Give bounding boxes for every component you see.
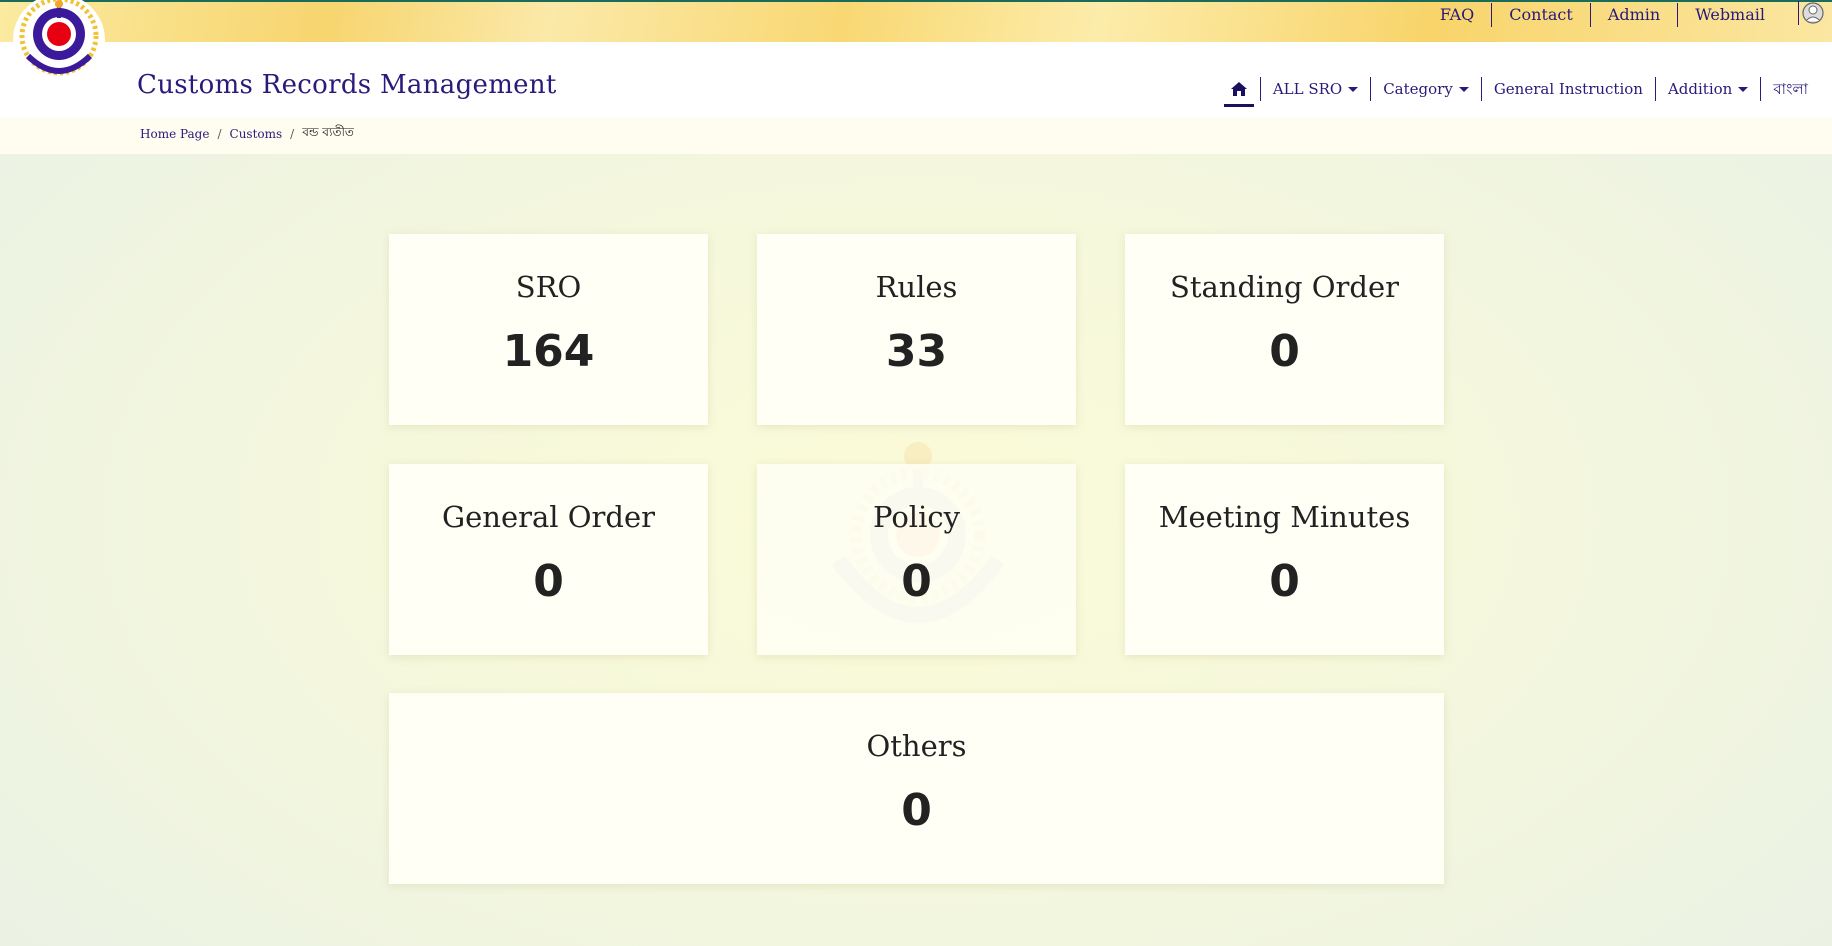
- card-label: Standing Order: [1169, 270, 1399, 304]
- card-count: 0: [533, 556, 564, 607]
- card-label: Rules: [875, 270, 958, 304]
- breadcrumb-home[interactable]: Home Page: [140, 127, 209, 141]
- home-nav-button[interactable]: [1223, 81, 1254, 107]
- breadcrumb-current: বন্ড ব্যতীত: [302, 125, 354, 139]
- caret-down-icon: [1348, 86, 1359, 92]
- nav-addition[interactable]: Addition: [1654, 77, 1760, 101]
- breadcrumb-separator: /: [290, 127, 295, 141]
- faq-link[interactable]: FAQ: [1423, 3, 1491, 27]
- card-label: Others: [866, 729, 967, 763]
- card-count: 0: [1269, 326, 1300, 377]
- breadcrumb-separator: /: [217, 127, 222, 141]
- card-label: SRO: [515, 270, 582, 304]
- caret-down-icon: [1738, 86, 1749, 92]
- general-order-card[interactable]: General Order 0: [389, 464, 708, 655]
- breadcrumb: Home Page / Customs / বন্ড ব্যতীত: [140, 124, 354, 144]
- user-icon[interactable]: [1798, 1, 1824, 25]
- card-count: 164: [502, 326, 595, 377]
- nav-category-label: Category: [1383, 80, 1453, 98]
- nav-all-sro[interactable]: ALL SRO: [1259, 77, 1370, 101]
- card-count: 0: [1269, 556, 1300, 607]
- contact-link[interactable]: Contact: [1491, 3, 1590, 27]
- standing-order-card[interactable]: Standing Order 0: [1125, 234, 1444, 425]
- nav-category[interactable]: Category: [1370, 77, 1481, 101]
- caret-down-icon: [1458, 86, 1469, 92]
- home-icon: [1230, 82, 1247, 96]
- card-label: Policy: [873, 500, 960, 534]
- card-count: 33: [885, 326, 948, 377]
- webmail-link[interactable]: Webmail: [1677, 3, 1782, 27]
- admin-link[interactable]: Admin: [1589, 3, 1677, 27]
- main-nav: ALL SRO Category General Instruction Add…: [1223, 74, 1820, 107]
- nav-all-sro-label: ALL SRO: [1272, 80, 1343, 98]
- site-title[interactable]: Customs Records Management: [137, 70, 557, 100]
- nav-general-instruction-label: General Instruction: [1493, 80, 1643, 98]
- nav-addition-label: Addition: [1667, 80, 1733, 98]
- rules-card[interactable]: Rules 33: [757, 234, 1076, 425]
- nav-general-instruction[interactable]: General Instruction: [1480, 77, 1655, 101]
- card-count: 0: [901, 785, 932, 836]
- language-label: বাংলা: [1773, 80, 1808, 98]
- policy-card[interactable]: Policy 0: [757, 464, 1076, 655]
- others-card[interactable]: Others 0: [389, 693, 1444, 884]
- card-label: Meeting Minutes: [1158, 500, 1411, 534]
- top-links: FAQ Contact Admin Webmail: [1423, 2, 1782, 28]
- sro-card[interactable]: SRO 164: [389, 234, 708, 425]
- customs-logo[interactable]: [10, 0, 108, 88]
- language-toggle[interactable]: বাংলা: [1760, 77, 1820, 101]
- card-label: General Order: [441, 500, 656, 534]
- breadcrumb-customs[interactable]: Customs: [230, 127, 283, 141]
- card-count: 0: [901, 556, 932, 607]
- meeting-minutes-card[interactable]: Meeting Minutes 0: [1125, 464, 1444, 655]
